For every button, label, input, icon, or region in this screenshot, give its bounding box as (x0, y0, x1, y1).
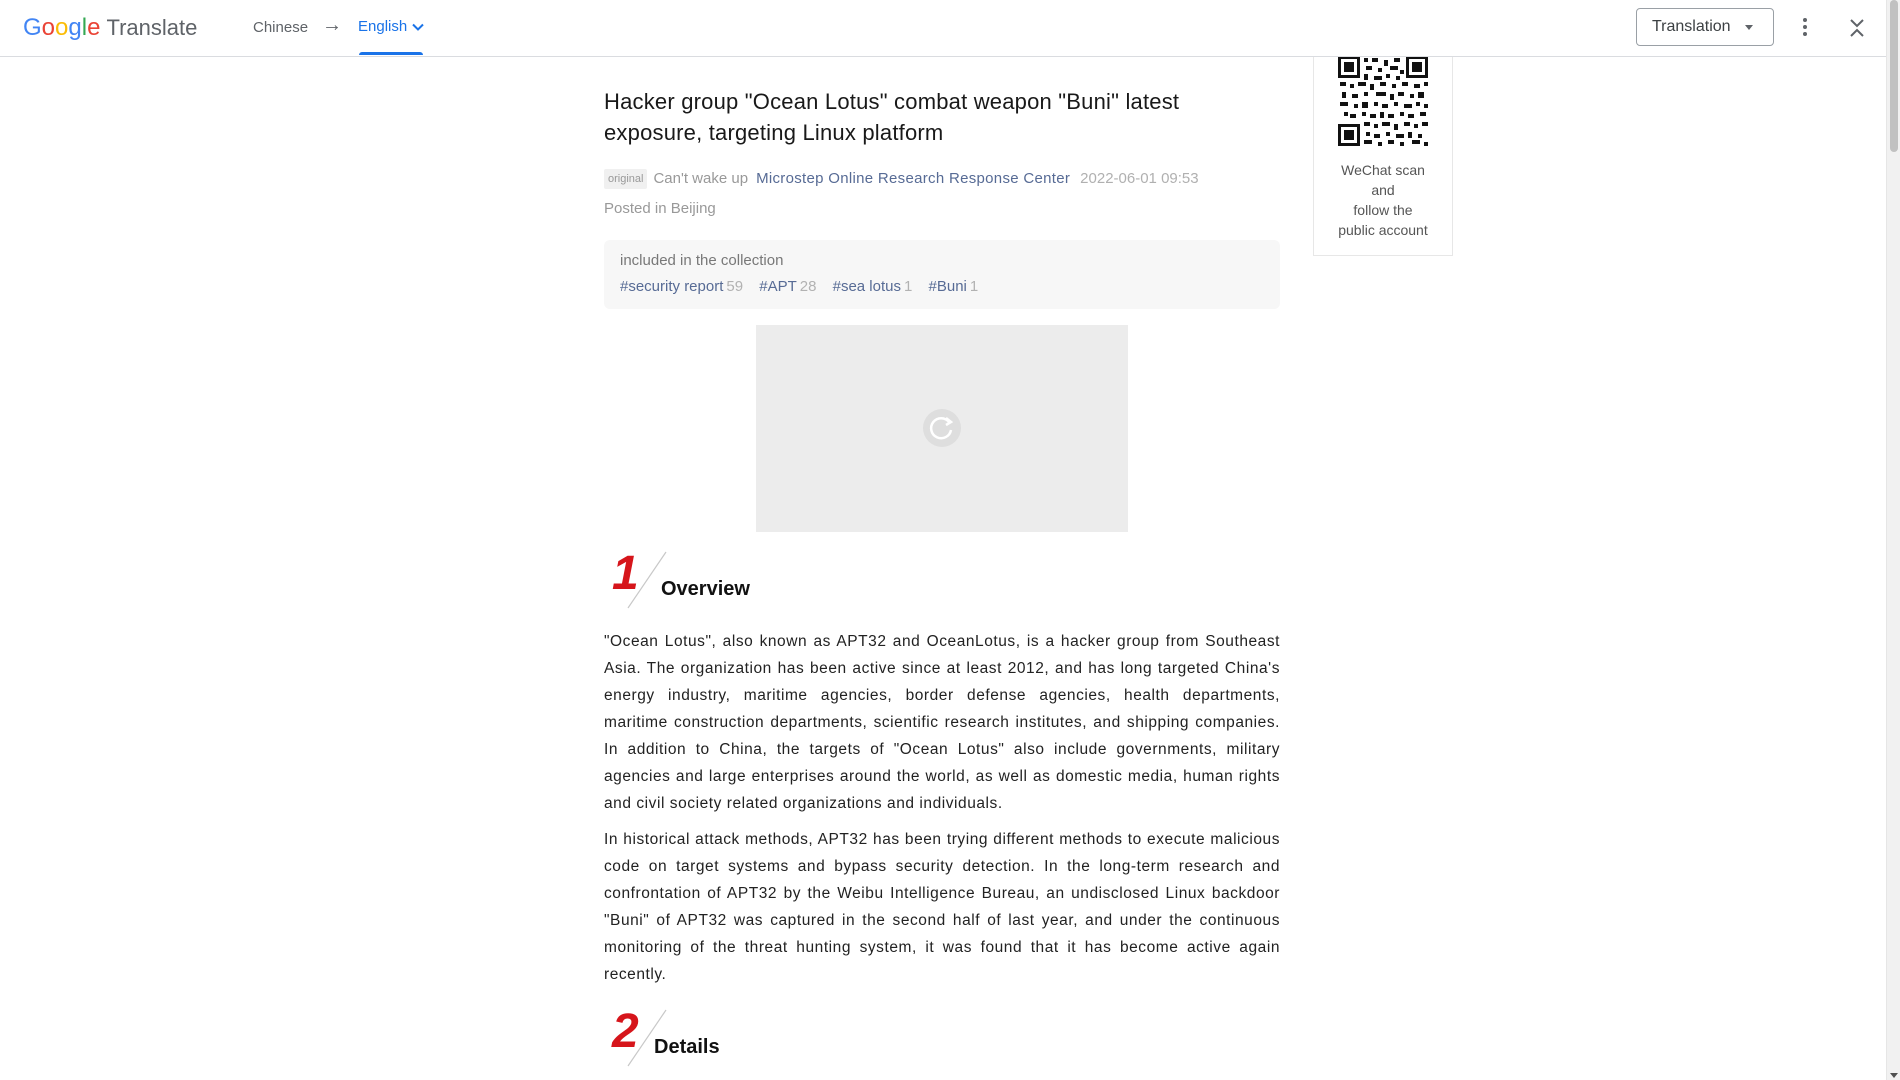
collection-label: included in the collection (620, 252, 784, 269)
collapse-icon[interactable] (1846, 14, 1868, 42)
logo-letter: o (41, 14, 56, 41)
qr-caption: WeChat scan and follow the public accoun… (1314, 160, 1452, 240)
logo-letter: g (68, 14, 82, 41)
section-title: Details (654, 1036, 720, 1058)
tag-count: 1 (904, 278, 913, 295)
publish-date: 2022-06-01 09:53 (1080, 170, 1199, 187)
section-number: 1 (612, 547, 639, 600)
posted-in-label: Posted in (604, 200, 667, 217)
qr-code-icon (1338, 56, 1428, 146)
collection-tag[interactable]: #APT 28 (759, 278, 816, 295)
collection-tag[interactable]: #Buni 1 (929, 278, 979, 295)
section-title: Overview (661, 578, 750, 600)
active-tab-indicator (359, 52, 423, 55)
body-paragraph: In historical attack methods, APT32 has … (604, 831, 1280, 983)
qr-caption-line: public account (1338, 222, 1428, 238)
reload-icon[interactable] (922, 408, 962, 448)
body-paragraph: "Ocean Lotus", also known as APT32 and O… (604, 633, 1280, 812)
qr-caption-line: WeChat scan (1341, 162, 1425, 178)
section-number: 2 (612, 1005, 639, 1058)
arrow-icon: → (322, 14, 342, 36)
collection-box: included in the collection #security rep… (604, 240, 1280, 309)
section-heading: 2 Details (604, 1005, 1280, 1072)
target-language-button[interactable]: English (358, 18, 425, 35)
target-language-label: English (358, 18, 408, 35)
more-vert-icon[interactable] (1800, 15, 1810, 41)
logo-letter: G (23, 14, 42, 41)
google-wordmark: Google (23, 14, 100, 42)
article-meta: original Can't wake up Microstep Online Re… (604, 164, 1280, 224)
collection-tags: #security report 59 #APT 28 #sea lotus 1 #B… (620, 277, 1264, 297)
location-label: Beijing (670, 200, 716, 217)
tag-count: 1 (969, 278, 979, 295)
article: Hacker group "Ocean Lotus" combat weapon… (604, 86, 1280, 1072)
logo-letter: e (87, 14, 101, 41)
account-link[interactable]: Microstep Online Research Response Cente… (756, 170, 1070, 187)
qr-caption-line: and (1371, 182, 1395, 198)
vertical-scrollbar[interactable] (1886, 0, 1900, 1080)
scrollbar-thumb[interactable] (1890, 0, 1898, 152)
article-title: Hacker group "Ocean Lotus" combat weapon… (604, 89, 1180, 145)
author-name: Can't wake up (653, 170, 749, 187)
article-image-placeholder[interactable] (756, 325, 1128, 532)
logo-letter: o (55, 14, 69, 41)
view-mode-label: Translation (1652, 18, 1731, 35)
collection-tag[interactable]: #sea lotus 1 (833, 278, 913, 295)
dropdown-arrow-icon (1745, 25, 1753, 30)
tag-name: #Buni (928, 278, 967, 295)
tag-count: 59 (726, 278, 744, 295)
tag-name: #sea lotus (832, 278, 901, 295)
qr-follow-card: WeChat scan and follow the public accoun… (1313, 30, 1453, 256)
collection-tag[interactable]: #security report 59 (620, 278, 743, 295)
tag-count: 28 (799, 278, 817, 295)
source-language-label[interactable]: Chinese (253, 19, 308, 36)
tag-name: #security report (620, 278, 724, 295)
chevron-down-icon (412, 23, 424, 31)
section-heading: 1 Overview (604, 547, 1280, 614)
translate-wordmark: Translate (106, 15, 198, 40)
google-translate-logo[interactable]: Google Translate (23, 12, 197, 44)
tag-name: #APT (759, 278, 797, 295)
translate-toolbar: Google Translate Chinese → English Trans… (0, 0, 1886, 57)
original-badge: original (604, 169, 648, 190)
scroll-down-arrow-icon[interactable] (1890, 1073, 1898, 1078)
qr-caption-line: follow the (1353, 202, 1413, 218)
view-mode-select[interactable]: Translation (1636, 8, 1774, 46)
